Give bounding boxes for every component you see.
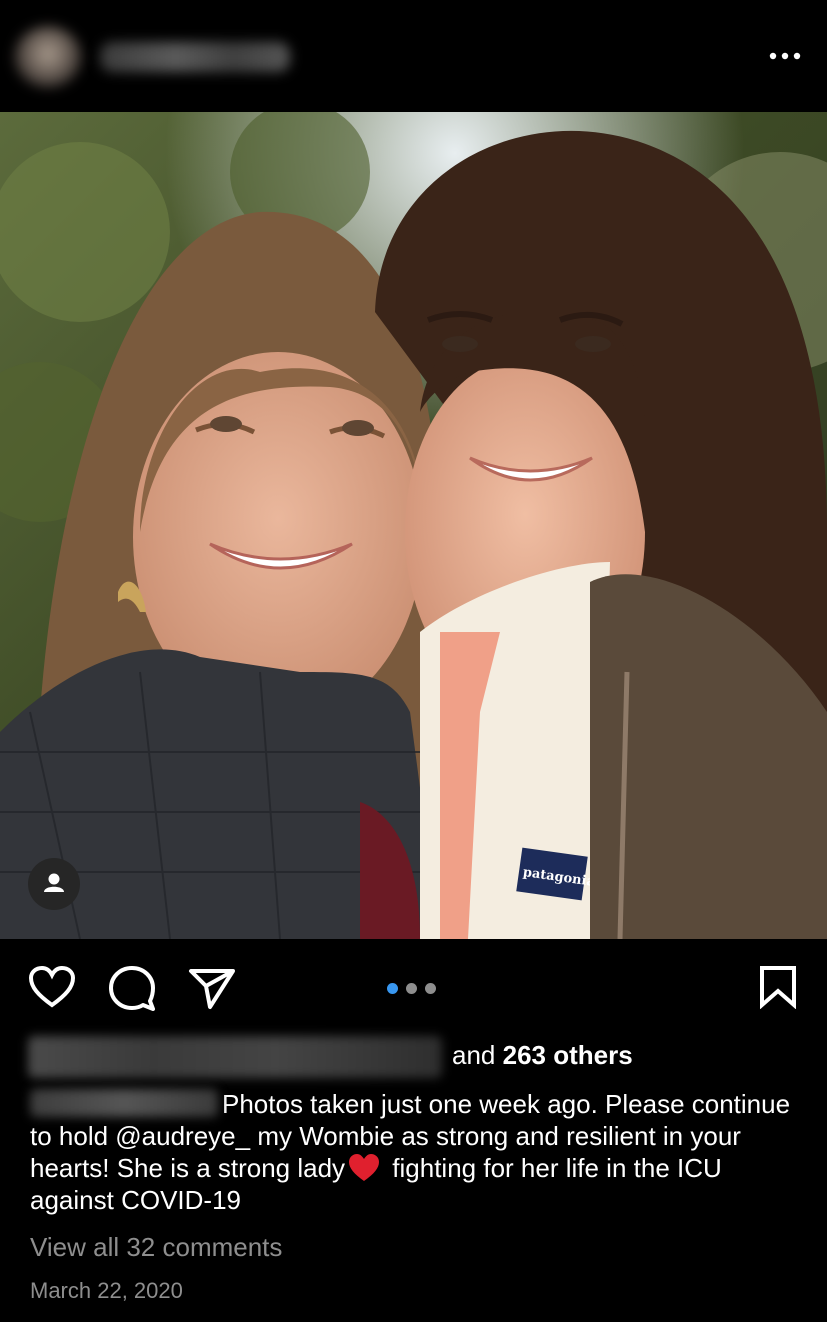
caption-username-redacted[interactable]	[30, 1089, 218, 1117]
more-horizontal-icon	[769, 52, 801, 60]
post-date: March 22, 2020	[30, 1278, 183, 1303]
likes-prefix: and	[452, 1040, 496, 1070]
carousel-indicator	[387, 981, 444, 994]
liked-by-redacted	[28, 1036, 442, 1078]
likes-summary[interactable]: and 263 others	[28, 1036, 818, 1078]
person-icon	[44, 873, 64, 892]
carousel-dot	[406, 983, 417, 994]
comment-bubble-icon	[109, 966, 155, 1011]
like-button[interactable]	[28, 965, 76, 1014]
carousel-dot	[425, 983, 436, 994]
username-redacted[interactable]	[100, 42, 290, 72]
bookmark-icon	[760, 966, 796, 1010]
tagged-users-button[interactable]	[28, 858, 80, 910]
red-heart-emoji-icon	[349, 1154, 380, 1181]
share-button[interactable]	[188, 967, 236, 1016]
view-all-comments-link[interactable]: View all 32 comments	[30, 1232, 282, 1263]
post-photo[interactable]: patagonia	[0, 112, 827, 939]
post-header	[0, 0, 827, 112]
selfie-image: patagonia	[0, 112, 827, 939]
post-caption: Photos taken just one week ago. Please c…	[30, 1088, 800, 1216]
save-button[interactable]	[758, 965, 798, 1014]
more-options-button[interactable]	[767, 44, 803, 68]
likes-count[interactable]: 263 others	[503, 1040, 633, 1070]
carousel-dot-active	[387, 983, 398, 994]
paper-plane-icon	[189, 969, 235, 1009]
profile-avatar[interactable]	[14, 26, 82, 88]
likes-text: and 263 others	[452, 1040, 633, 1071]
comment-button[interactable]	[108, 965, 156, 1016]
heart-outline-icon	[28, 965, 76, 1008]
